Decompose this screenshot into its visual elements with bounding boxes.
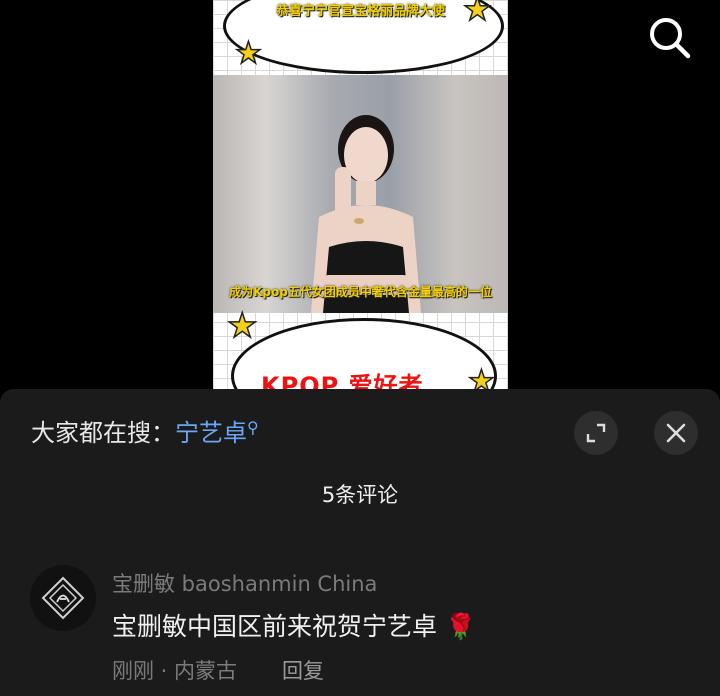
expand-icon [586, 423, 606, 443]
search-button[interactable] [646, 14, 694, 62]
trending-search[interactable]: 大家都在搜：宁艺卓⚲ [31, 413, 259, 448]
expand-button[interactable] [574, 411, 618, 455]
trending-prefix: 大家都在搜： [31, 419, 175, 447]
video-photo [213, 75, 508, 313]
comment-username[interactable]: 宝删敏 baoshanmin China [112, 568, 377, 598]
comment-text: 宝删敏中国区前来祝贺宁艺卓 🌹 [112, 607, 476, 643]
star-icon: ★ [234, 35, 262, 72]
star-icon: ★ [462, 0, 492, 29]
comment-meta: 刚刚 · 内蒙古 [112, 659, 238, 683]
close-button[interactable] [654, 411, 698, 455]
search-icon [650, 18, 691, 59]
video-player[interactable]: 恭喜宁宁官宣宝格丽品牌大使 ★ ★ 成为Kpop五代女团成员中奢代含金量最高的一… [213, 0, 508, 392]
small-search-icon: ⚲ [247, 418, 259, 437]
trending-term[interactable]: 宁艺卓 [175, 419, 247, 447]
reply-button[interactable]: 回复 [282, 655, 324, 685]
close-icon [666, 423, 686, 443]
video-caption-photo: 成为Kpop五代女团成员中奢代含金量最高的一位 [229, 285, 492, 299]
brand-logo-icon [41, 576, 85, 620]
star-icon: ★ [467, 363, 495, 392]
avatar[interactable] [30, 565, 96, 631]
woman-portrait [311, 115, 421, 313]
comment-count: 5条评论 [321, 483, 399, 507]
comment-panel: 大家都在搜：宁艺卓⚲ 5条评论 宝删敏 baoshanmin China 宝删敏… [0, 389, 720, 696]
comment-body: 宝删敏中国区前来祝贺宁艺卓 [112, 612, 438, 641]
rose-emoji: 🌹 [444, 612, 477, 641]
star-icon: ★ [226, 305, 258, 347]
